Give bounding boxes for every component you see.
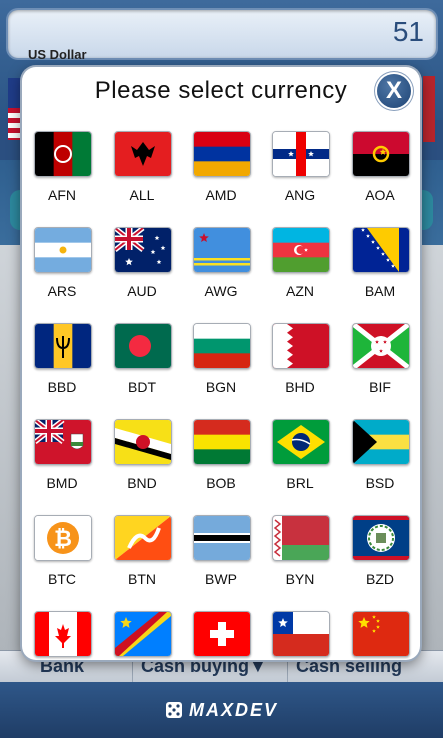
currency-code: ALL — [129, 187, 155, 203]
currency-option-bwp[interactable]: BWP — [181, 505, 261, 601]
afghanistan-flag-icon — [34, 131, 92, 177]
currency-option-china[interactable] — [340, 601, 420, 660]
currency-code: AMD — [205, 187, 237, 203]
currency-code: AOA — [365, 187, 395, 203]
footer-bar: MAXDEV — [0, 682, 443, 738]
currency-code: BAM — [364, 283, 396, 299]
currency-option-amd[interactable]: AMD — [181, 121, 261, 217]
currency-code: ANG — [284, 187, 316, 203]
target-currency-flag-icon[interactable] — [423, 76, 435, 142]
currency-option-aud[interactable]: AUD — [102, 217, 182, 313]
barbados-flag-icon — [34, 323, 92, 369]
currency-option-canada[interactable] — [22, 601, 102, 660]
argentina-flag-icon — [34, 227, 92, 273]
currency-option-bgn[interactable]: BGN — [181, 313, 261, 409]
currency-option-dr-congo[interactable] — [102, 601, 182, 660]
currency-code: ARS — [47, 283, 77, 299]
currency-option-bob[interactable]: BOB — [181, 409, 261, 505]
currency-option-ars[interactable]: ARS — [22, 217, 102, 313]
currency-code: BTC — [48, 571, 76, 587]
bosnia-flag-icon — [352, 227, 410, 273]
currency-code: BMD — [46, 475, 78, 491]
currency-code: AWG — [204, 283, 238, 299]
currency-code: BTN — [128, 571, 156, 587]
currency-code: BZD — [366, 571, 394, 587]
svg-text:₿: ₿ — [54, 526, 72, 551]
currency-code: BSD — [365, 475, 395, 491]
currency-option-aoa[interactable]: AOA — [340, 121, 420, 217]
brunei-flag-icon — [114, 419, 172, 465]
currency-option-switzerland[interactable] — [181, 601, 261, 660]
chile-flag-icon — [272, 611, 330, 657]
currency-code: BGN — [205, 379, 237, 395]
dr-congo-flag-icon — [114, 611, 172, 657]
currency-option-afn[interactable]: AFN — [22, 121, 102, 217]
canada-flag-icon — [34, 611, 92, 657]
currency-option-all[interactable]: ALL — [102, 121, 182, 217]
bahrain-flag-icon — [272, 323, 330, 369]
close-button[interactable]: X — [377, 74, 411, 108]
currency-option-bhd[interactable]: BHD — [260, 313, 340, 409]
currency-option-bnd[interactable]: BND — [102, 409, 182, 505]
bitcoin-flag-icon: ₿ — [34, 515, 92, 561]
currency-code: AZN — [286, 283, 314, 299]
bhutan-flag-icon — [114, 515, 172, 561]
currency-option-btc[interactable]: ₿ BTC — [22, 505, 102, 601]
brazil-flag-icon — [272, 419, 330, 465]
china-flag-icon — [352, 611, 410, 657]
currency-code: BBD — [47, 379, 77, 395]
bulgaria-flag-icon — [193, 323, 251, 369]
currency-option-bif[interactable]: BIF — [340, 313, 420, 409]
currency-code: BYN — [285, 571, 315, 587]
azerbaijan-flag-icon — [272, 227, 330, 273]
currency-option-byn[interactable]: BYN — [260, 505, 340, 601]
belarus-flag-icon — [272, 515, 330, 561]
botswana-flag-icon — [193, 515, 251, 561]
currency-code: AUD — [127, 283, 157, 299]
currency-option-bbd[interactable]: BBD — [22, 313, 102, 409]
currency-code: BRL — [286, 475, 314, 491]
amount-value: 51 — [392, 16, 424, 47]
currency-option-awg[interactable]: AWG — [181, 217, 261, 313]
base-currency-name: US Dollar — [28, 47, 87, 62]
albania-flag-icon — [114, 131, 172, 177]
currency-option-btn[interactable]: BTN — [102, 505, 182, 601]
switzerland-flag-icon — [193, 611, 251, 657]
currency-option-bsd[interactable]: BSD — [340, 409, 420, 505]
bolivia-flag-icon — [193, 419, 251, 465]
currency-select-dialog: Please select currency X AFN ALL AMD ANG AOA… — [22, 67, 420, 660]
belize-flag-icon — [352, 515, 410, 561]
bangladesh-flag-icon — [114, 323, 172, 369]
currency-option-ang[interactable]: ANG — [260, 121, 340, 217]
bermuda-flag-icon — [34, 419, 92, 465]
currency-option-bam[interactable]: BAM — [340, 217, 420, 313]
dice-logo-icon — [165, 702, 182, 718]
netherlands-antilles-flag-icon — [272, 131, 330, 177]
burundi-flag-icon — [352, 323, 410, 369]
currency-option-chile[interactable] — [260, 601, 340, 660]
currency-code: BDT — [128, 379, 156, 395]
currency-code: BHD — [285, 379, 315, 395]
angola-flag-icon — [352, 131, 410, 177]
currency-code: BIF — [369, 379, 391, 395]
currency-option-bmd[interactable]: BMD — [22, 409, 102, 505]
australia-flag-icon — [114, 227, 172, 273]
aruba-flag-icon — [193, 227, 251, 273]
currency-option-bdt[interactable]: BDT — [102, 313, 182, 409]
brand-logo: MAXDEV — [188, 699, 278, 720]
currency-code: BOB — [206, 475, 236, 491]
currency-option-azn[interactable]: AZN — [260, 217, 340, 313]
currency-code: BND — [127, 475, 157, 491]
currency-code: BWP — [205, 571, 237, 587]
currency-option-brl[interactable]: BRL — [260, 409, 340, 505]
bahamas-flag-icon — [352, 419, 410, 465]
currency-option-bzd[interactable]: BZD — [340, 505, 420, 601]
currency-code: AFN — [48, 187, 76, 203]
dialog-title: Please select currency — [94, 77, 348, 104]
armenia-flag-icon — [193, 131, 251, 177]
